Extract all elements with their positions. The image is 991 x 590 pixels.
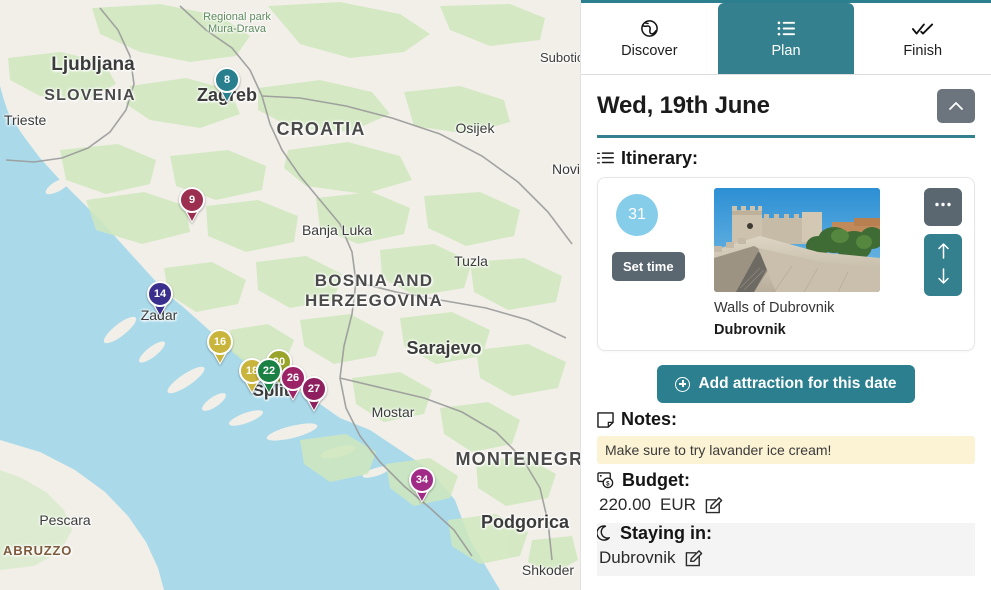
add-attraction-button[interactable]: Add attraction for this date	[657, 365, 915, 403]
itinerary-item-thumbnail[interactable]	[714, 188, 880, 292]
itinerary-heading: Itinerary:	[597, 148, 975, 169]
note-icon	[597, 411, 614, 428]
map-pin-16[interactable]: 16	[207, 329, 233, 365]
walls-of-dubrovnik-photo	[714, 188, 880, 292]
moon-icon	[597, 525, 613, 542]
ellipsis-icon	[934, 202, 952, 207]
itinerary-item-main: Walls of Dubrovnik Dubrovnik	[714, 188, 912, 338]
map-pin-label: 34	[415, 473, 429, 486]
staying-value-row: Dubrovnik	[597, 546, 975, 570]
itinerary-item-reorder-controls[interactable]	[924, 234, 962, 296]
map-pin-label: 8	[223, 73, 231, 86]
tab-finish[interactable]: Finish	[854, 3, 991, 74]
staying-heading: Staying in:	[597, 523, 975, 544]
tab-label: Plan	[771, 42, 801, 59]
tab-label: Discover	[621, 42, 678, 59]
list-icon	[777, 19, 796, 39]
tab-discover[interactable]: Discover	[581, 3, 718, 74]
budget-heading-label: Budget:	[622, 470, 690, 490]
map-pin-27[interactable]: 27	[301, 376, 327, 412]
day-details: Itinerary: 31 Set time Walls of Dubrovni…	[581, 138, 991, 590]
edit-budget-button[interactable]	[705, 496, 723, 514]
staying-place: Dubrovnik	[599, 548, 676, 567]
itinerary-heading-label: Itinerary:	[621, 148, 699, 168]
budget-currency: EUR	[660, 495, 696, 514]
double-check-icon	[911, 19, 934, 39]
itinerary-item-card[interactable]: 31 Set time Walls of Dubrovnik Dubrovnik	[597, 177, 975, 351]
notes-heading: Notes:	[597, 409, 975, 430]
itinerary-item-left: 31 Set time	[608, 188, 704, 338]
map-pin-9[interactable]: 9	[179, 187, 205, 223]
wizard-tabs: Discover Plan Finish	[581, 3, 991, 75]
tab-label: Finish	[903, 42, 943, 59]
map-pin-22[interactable]: 22	[256, 358, 282, 394]
map-pin-8[interactable]: 8	[214, 67, 240, 103]
pencil-square-icon	[685, 550, 702, 567]
day-header: Wed, 19th June	[581, 75, 991, 129]
ordered-list-icon	[597, 151, 614, 166]
tab-plan[interactable]: Plan	[717, 3, 855, 74]
itinerary-item-number: 31	[616, 194, 658, 236]
map-pin-label: 22	[262, 364, 276, 377]
map-pin-label: 14	[153, 287, 167, 300]
map-pin-label: 9	[188, 193, 196, 206]
globe-icon	[640, 19, 659, 39]
budget-amount: 220.00	[599, 495, 651, 514]
itinerary-item-name: Walls of Dubrovnik	[714, 300, 835, 316]
edit-staying-button[interactable]	[685, 549, 703, 567]
collapse-day-button[interactable]	[937, 89, 975, 123]
pencil-square-icon	[705, 497, 723, 514]
notes-text[interactable]: Make sure to try lavander ice cream!	[597, 436, 975, 464]
plan-panel: Discover Plan Finish Wed, 19th June Itin…	[580, 0, 991, 590]
map-canvas[interactable]: Regional park Mura-Drava Ljubljana SLOVEN…	[0, 0, 580, 590]
add-attraction-row: Add attraction for this date	[597, 365, 975, 403]
svg-text:$: $	[606, 481, 610, 488]
map-pin-34[interactable]: 34	[409, 467, 435, 503]
itinerary-item-actions	[922, 188, 964, 338]
budget-heading: $ Budget:	[597, 470, 975, 491]
money-icon: $	[597, 472, 615, 489]
staying-section: Staying in: Dubrovnik	[597, 523, 975, 576]
map-pin-label: 27	[307, 382, 321, 395]
arrow-up-icon[interactable]	[937, 242, 950, 262]
map-pin-14[interactable]: 14	[147, 281, 173, 317]
itinerary-item-city: Dubrovnik	[714, 322, 786, 338]
trip-planner-app: Regional park Mura-Drava Ljubljana SLOVEN…	[0, 0, 991, 590]
add-attraction-label: Add attraction for this date	[698, 375, 897, 392]
arrow-down-icon[interactable]	[937, 268, 950, 288]
staying-heading-label: Staying in:	[620, 523, 713, 543]
chevron-up-icon	[948, 101, 964, 111]
itinerary-item-more-button[interactable]	[924, 188, 962, 226]
itinerary-item-number-label: 31	[628, 206, 646, 223]
page-title: Wed, 19th June	[597, 92, 770, 119]
map-pin-label: 16	[213, 335, 227, 348]
notes-heading-label: Notes:	[621, 409, 678, 429]
plus-circle-icon	[675, 376, 691, 392]
map-landmass	[0, 0, 580, 590]
set-time-button[interactable]: Set time	[612, 252, 685, 281]
map-pin-label: 26	[286, 371, 300, 384]
budget-value-row: 220.00 EUR	[597, 493, 975, 517]
